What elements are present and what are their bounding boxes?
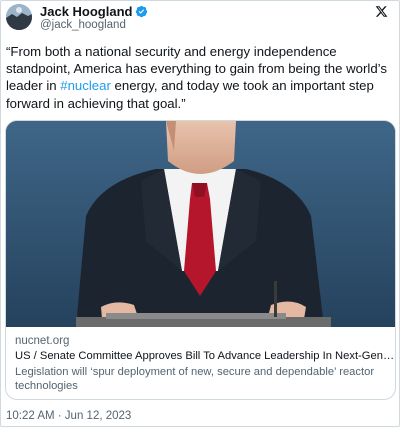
tweet-text: “From both a national security and energ…: [6, 43, 398, 112]
x-logo-icon[interactable]: [375, 5, 388, 18]
hashtag-link[interactable]: #nuclear: [60, 78, 111, 93]
author-row: Jack Hoogland: [40, 4, 148, 19]
author-handle[interactable]: @jack_hoogland: [40, 19, 126, 31]
link-card[interactable]: nucnet.org US / Senate Committee Approve…: [5, 120, 396, 400]
card-title[interactable]: US / Senate Committee Approves Bill To A…: [15, 350, 395, 362]
author-name[interactable]: Jack Hoogland: [40, 4, 132, 19]
tweet-timestamp[interactable]: 10:22 AM · Jun 12, 2023: [6, 410, 131, 422]
card-domain[interactable]: nucnet.org: [15, 335, 69, 347]
verified-badge-icon: [136, 5, 148, 18]
senator-at-podium-image[interactable]: [6, 121, 395, 327]
avatar[interactable]: [6, 4, 32, 30]
card-description[interactable]: Legislation will ‘spur deployment of new…: [15, 365, 395, 393]
